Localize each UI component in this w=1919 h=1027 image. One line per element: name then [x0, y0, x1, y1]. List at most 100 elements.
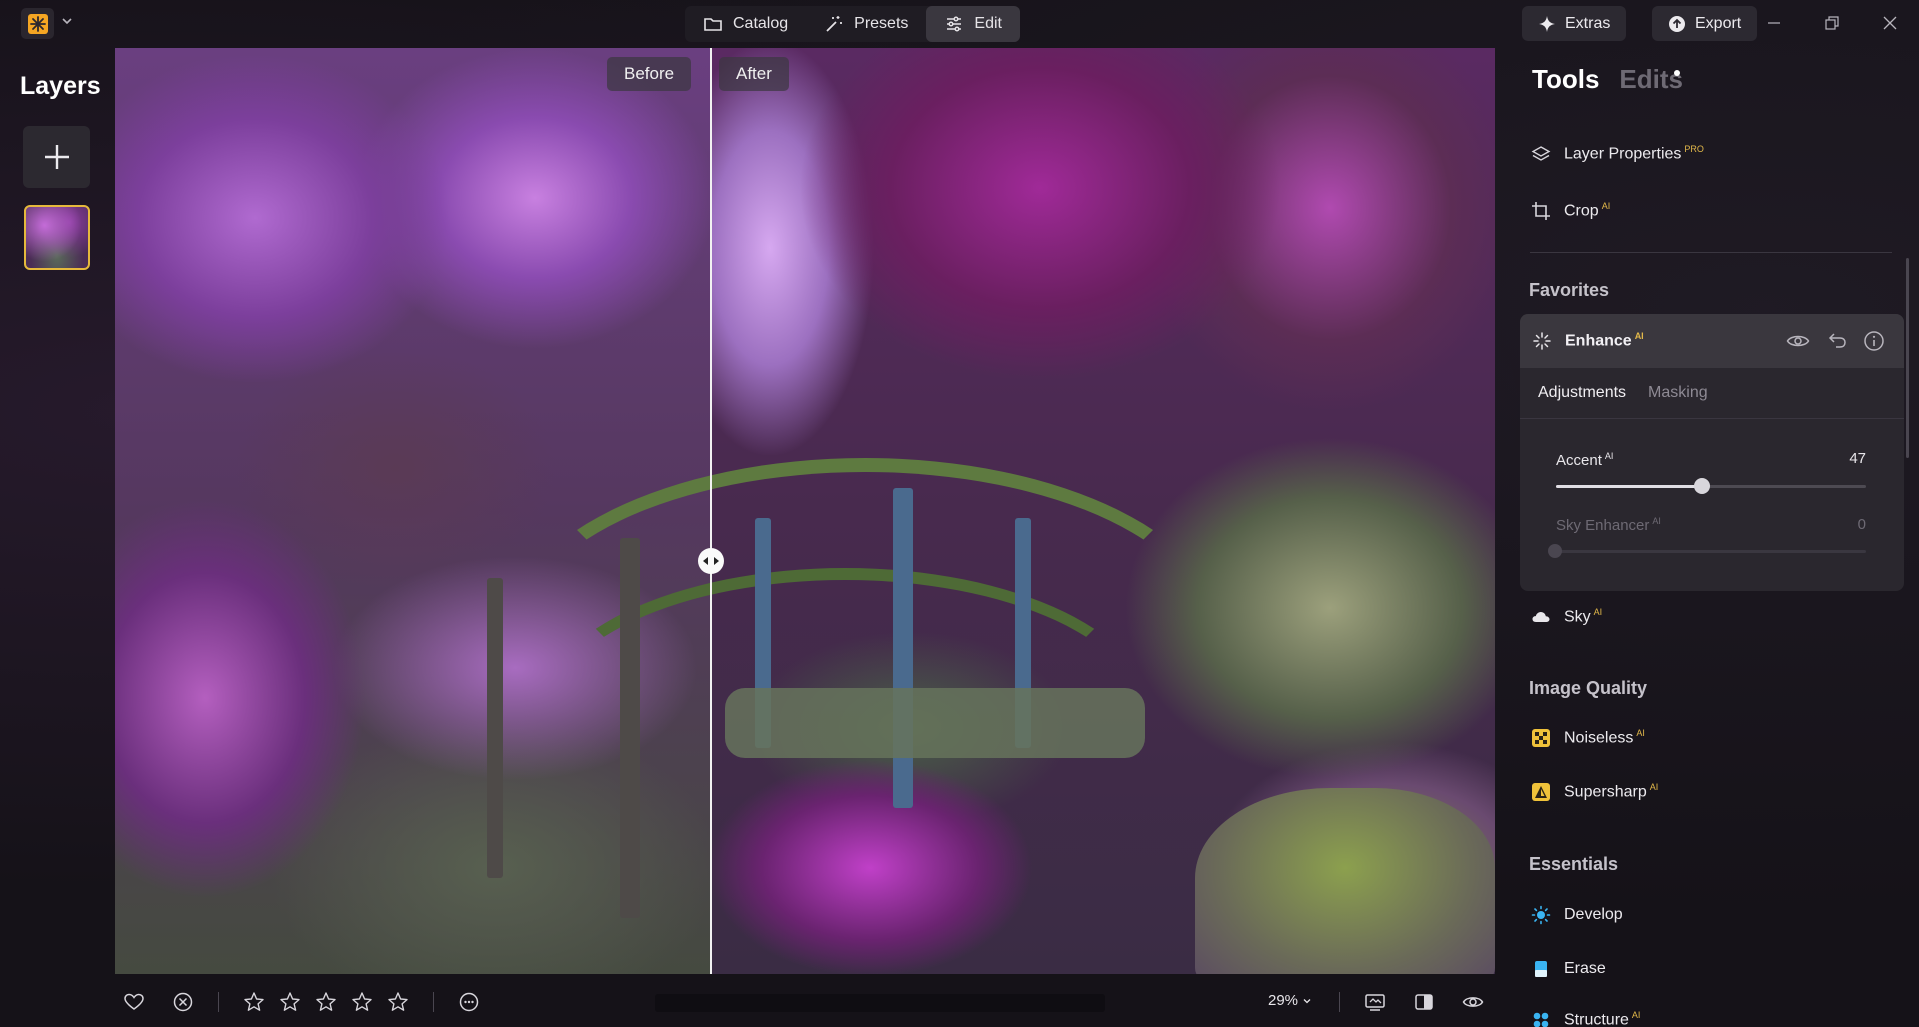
- panel-scrollbar[interactable]: [1906, 258, 1909, 458]
- undo-icon[interactable]: [1828, 330, 1848, 350]
- bridge-post: [620, 538, 640, 918]
- restore-icon[interactable]: [1823, 14, 1841, 32]
- folder-icon: [704, 18, 722, 31]
- tool-sky[interactable]: Sky AI: [1531, 607, 1602, 627]
- tool-noiseless[interactable]: Noiseless AI: [1531, 728, 1645, 748]
- erase-icon: [1535, 961, 1547, 977]
- toolbar-separator: [433, 992, 434, 1012]
- tool-label: Sky: [1564, 608, 1591, 626]
- cloud-icon: [1532, 612, 1550, 622]
- fit-screen-icon[interactable]: [1364, 991, 1386, 1013]
- subtab-adjustments[interactable]: Adjustments: [1538, 384, 1626, 402]
- tool-develop[interactable]: Develop: [1531, 905, 1623, 925]
- bottom-toolbar: 29%: [115, 982, 1495, 1022]
- chevron-down-icon[interactable]: [60, 14, 74, 28]
- tool-label: Crop: [1564, 202, 1599, 220]
- ai-badge: AI: [1604, 451, 1614, 461]
- split-drag-handle[interactable]: [698, 548, 724, 574]
- nav-presets[interactable]: Presets: [806, 6, 926, 42]
- accent-value[interactable]: 47: [1849, 450, 1866, 467]
- info-icon[interactable]: [1863, 330, 1885, 352]
- layer-thumbnail[interactable]: [24, 205, 90, 270]
- bridge-post: [487, 578, 503, 878]
- photo-canvas[interactable]: Before After: [115, 48, 1495, 974]
- accent-slider[interactable]: [1556, 478, 1866, 494]
- eye-icon[interactable]: [1462, 991, 1484, 1013]
- tool-label: Structure: [1564, 1011, 1629, 1027]
- sky-enhancer-label-text: Sky Enhancer: [1556, 517, 1650, 534]
- enhance-card: Enhance AI Adjustments Masking Accent AI 4…: [1520, 314, 1904, 591]
- star-icon[interactable]: [315, 991, 337, 1013]
- panel-tabs: Tools Edits: [1532, 64, 1683, 95]
- zoom-dropdown[interactable]: 29%: [1268, 992, 1312, 1009]
- plus-icon: [44, 145, 69, 169]
- section-favorites: Favorites: [1529, 280, 1610, 300]
- tool-label: Develop: [1564, 906, 1623, 923]
- sky-enhancer-slider[interactable]: [1548, 544, 1866, 558]
- after-label: After: [719, 57, 789, 91]
- enhance-header[interactable]: Enhance AI: [1520, 314, 1904, 368]
- accent-slider-knob[interactable]: [1694, 478, 1710, 494]
- before-after-divider[interactable]: [710, 48, 712, 974]
- filmstrip-scrubber[interactable]: [655, 994, 1105, 1012]
- more-options-icon[interactable]: [458, 991, 480, 1013]
- tool-label: Layer Properties: [1564, 145, 1682, 163]
- section-image-quality: Image Quality: [1529, 678, 1648, 698]
- bridge-post: [893, 488, 913, 808]
- zoom-value: 29%: [1268, 992, 1299, 1009]
- export-icon: [1669, 15, 1685, 32]
- enhance-icon: [1533, 332, 1551, 350]
- reject-icon[interactable]: [172, 991, 194, 1013]
- sparkle-icon: [1539, 15, 1555, 32]
- tool-layer-properties[interactable]: Layer Properties PRO: [1531, 144, 1704, 164]
- tab-tools[interactable]: Tools: [1532, 64, 1599, 95]
- star-icon[interactable]: [243, 991, 265, 1013]
- tool-crop[interactable]: Crop AI: [1531, 201, 1610, 221]
- export-label: Export: [1695, 14, 1742, 32]
- extras-label: Extras: [1565, 14, 1611, 32]
- edits-indicator-dot: [1674, 70, 1680, 76]
- visibility-eye-icon[interactable]: [1786, 331, 1810, 351]
- section-essentials: Essentials: [1529, 854, 1619, 874]
- heart-icon[interactable]: [123, 991, 145, 1013]
- subtab-divider: [1520, 418, 1904, 419]
- nav-edit-label: Edit: [974, 15, 1002, 32]
- star-icon[interactable]: [351, 991, 373, 1013]
- tool-structure[interactable]: Structure AI: [1531, 1010, 1640, 1027]
- app-logo-button[interactable]: [21, 8, 54, 39]
- toolbar-separator: [218, 992, 219, 1012]
- export-button[interactable]: Export: [1652, 6, 1758, 41]
- arrows-horizontal-icon: [703, 557, 719, 565]
- star-icon[interactable]: [387, 991, 409, 1013]
- pro-badge: PRO: [1684, 144, 1704, 155]
- add-layer-button[interactable]: [23, 126, 90, 188]
- top-bar: Catalog Presets Edit Extras Export: [0, 0, 1919, 48]
- sky-enhancer-value[interactable]: 0: [1858, 516, 1866, 533]
- close-icon[interactable]: [1881, 14, 1899, 32]
- enhance-label: Enhance: [1565, 332, 1632, 350]
- before-label: Before: [607, 57, 692, 91]
- sky-enhancer-slider-label: Sky Enhancer AI: [1556, 516, 1661, 534]
- panel-divider: [1530, 252, 1892, 253]
- noiseless-icon: [1532, 729, 1550, 747]
- accent-label-text: Accent: [1556, 452, 1602, 469]
- tool-erase[interactable]: Erase: [1531, 959, 1606, 979]
- ai-badge: AI: [1652, 516, 1661, 526]
- accent-slider-fill: [1556, 485, 1702, 488]
- minimize-icon[interactable]: [1765, 14, 1783, 32]
- nav-edit[interactable]: Edit: [926, 6, 1020, 42]
- develop-icon: [1531, 905, 1551, 925]
- compare-icon[interactable]: [1413, 991, 1435, 1013]
- ai-badge: AI: [1593, 607, 1603, 618]
- enhance-subtabs: Adjustments Masking: [1538, 384, 1708, 402]
- star-icon[interactable]: [279, 991, 301, 1013]
- tool-supersharp[interactable]: Supersharp AI: [1531, 782, 1658, 802]
- accent-slider-label: Accent AI: [1556, 451, 1613, 469]
- layers-icon: [1531, 146, 1551, 161]
- sky-enhancer-slider-knob[interactable]: [1548, 544, 1562, 558]
- nav-catalog[interactable]: Catalog: [685, 6, 806, 42]
- sun-logo-icon: [27, 13, 48, 34]
- subtab-masking[interactable]: Masking: [1648, 384, 1708, 402]
- tab-edits[interactable]: Edits: [1619, 64, 1683, 95]
- extras-button[interactable]: Extras: [1522, 6, 1627, 41]
